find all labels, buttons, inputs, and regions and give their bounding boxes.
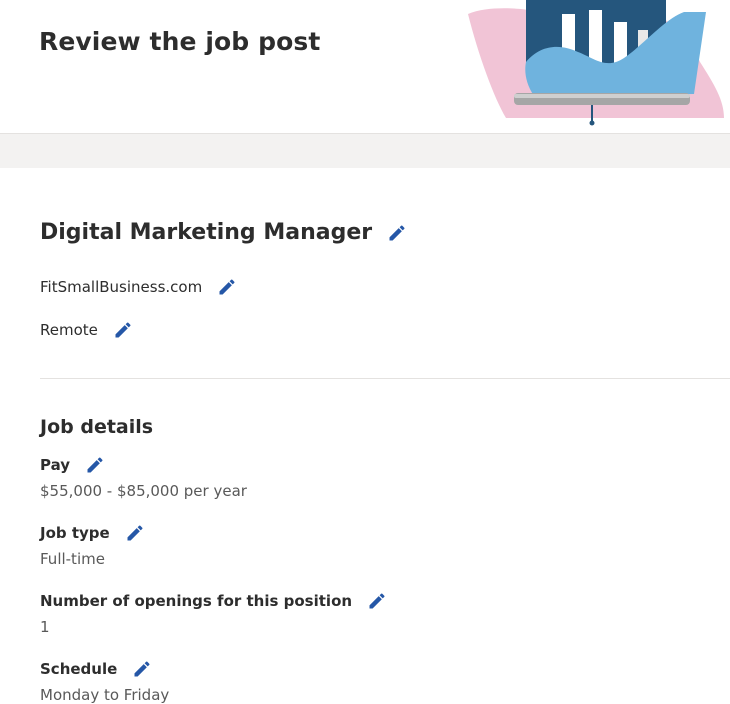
edit-pay-button[interactable] [84,454,106,476]
company-name: FitSmallBusiness.com [40,278,203,296]
job-title-row: Digital Marketing Manager [40,220,408,245]
schedule-field: Schedule Monday to Friday [40,658,169,704]
pencil-icon [115,322,131,338]
page-header: Review the job post [0,0,730,133]
job-type-value: Full-time [40,550,105,568]
job-details-heading: Job details [40,416,154,438]
pay-field: Pay $55,000 - $85,000 per year [40,454,247,500]
edit-schedule-button[interactable] [131,658,153,680]
job-post-review: Digital Marketing Manager FitSmallBusine… [0,168,730,704]
pay-label: Pay [40,456,71,474]
pay-value: $55,000 - $85,000 per year [40,482,247,500]
openings-value: 1 [40,618,50,636]
location-row: Remote [40,319,134,341]
edit-company-button[interactable] [216,276,238,298]
openings-field: Number of openings for this position 1 [40,590,388,636]
job-title: Digital Marketing Manager [40,220,373,245]
company-row: FitSmallBusiness.com [40,276,238,298]
edit-job-title-button[interactable] [386,222,408,244]
pencil-icon [389,224,405,240]
openings-label: Number of openings for this position [40,592,353,610]
pencil-icon [87,457,103,473]
chart-illustration [468,0,724,126]
job-type-label: Job type [40,524,110,542]
edit-openings-button[interactable] [366,590,388,612]
schedule-value: Monday to Friday [40,686,170,704]
page-title: Review the job post [39,27,321,56]
divider [40,378,730,379]
edit-location-button[interactable] [112,319,134,341]
section-separator-band [0,133,730,168]
pencil-icon [134,661,150,677]
pencil-icon [219,279,235,295]
pencil-icon [127,525,143,541]
job-type-field: Job type Full-time [40,522,146,568]
pencil-icon [369,593,385,609]
edit-job-type-button[interactable] [124,522,146,544]
schedule-label: Schedule [40,660,118,678]
location: Remote [40,321,98,339]
